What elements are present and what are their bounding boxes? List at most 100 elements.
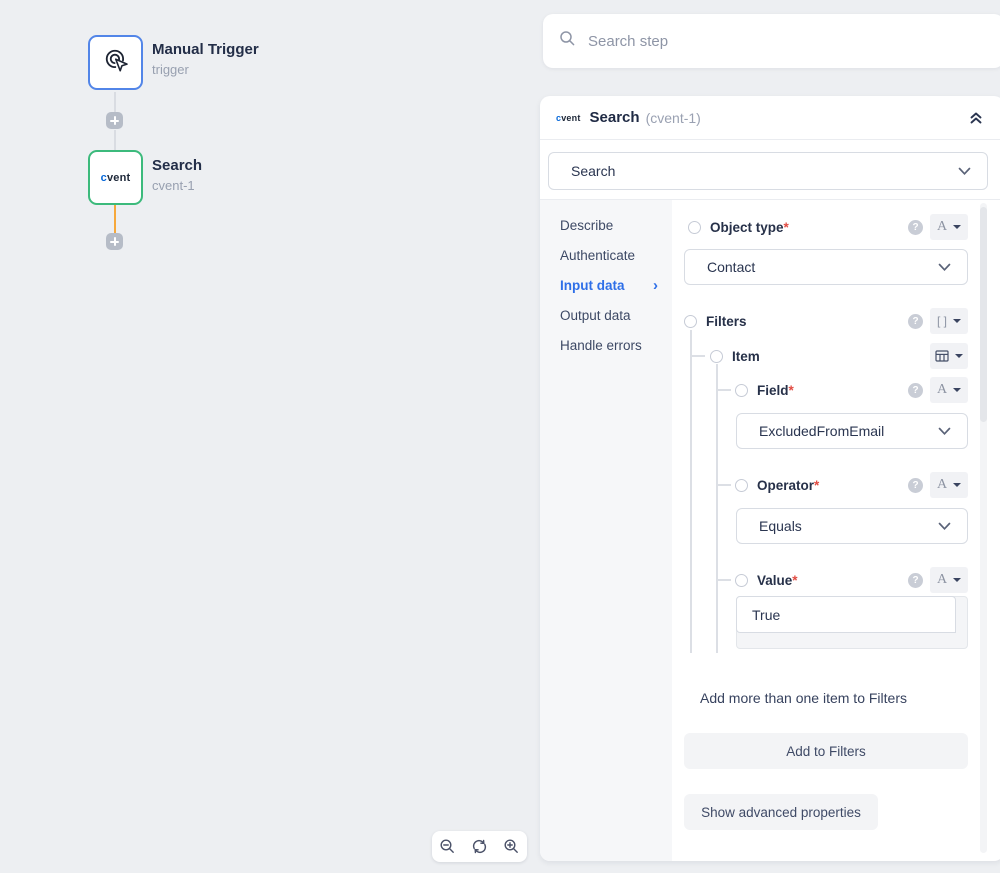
help-icon[interactable]: ?	[908, 314, 923, 329]
collapse-panel-button[interactable]	[968, 110, 984, 131]
filters-type-selector[interactable]: [ ]	[930, 308, 968, 334]
help-icon[interactable]: ?	[908, 573, 923, 588]
search-step-node[interactable]: cvent	[88, 150, 143, 205]
connector-line	[114, 130, 116, 150]
active-nav-arrow-icon: ›	[653, 277, 658, 294]
text-type-icon: A	[937, 219, 947, 235]
table-icon	[935, 350, 949, 362]
value-type-selector[interactable]: A	[930, 567, 968, 593]
operator-select[interactable]: Equals	[736, 508, 968, 544]
item-row: Item	[706, 343, 968, 369]
search-step-label: Search cvent-1	[152, 157, 202, 193]
caret-down-icon	[953, 388, 961, 392]
filters-row: Filters ? [ ]	[680, 308, 968, 334]
caret-down-icon	[953, 483, 961, 487]
nav-item-authenticate[interactable]: Authenticate	[540, 240, 672, 270]
value-radio[interactable]	[735, 574, 748, 587]
nav-item-input-data[interactable]: Input data ›	[540, 270, 672, 300]
nav-item-handle-errors[interactable]: Handle errors	[540, 330, 672, 360]
caret-down-icon	[953, 319, 961, 323]
object-type-value: Contact	[707, 259, 755, 275]
tree-line-dash	[717, 579, 731, 581]
manual-trigger-title: Manual Trigger	[152, 41, 259, 58]
caret-down-icon	[953, 225, 961, 229]
panel-scrollbar[interactable]	[980, 203, 987, 853]
operation-select[interactable]: Search	[548, 152, 988, 190]
value-label: Value*	[757, 573, 798, 588]
add-to-filters-button[interactable]: Add to Filters	[684, 733, 968, 769]
refresh-icon	[471, 838, 488, 855]
reset-zoom-button[interactable]	[464, 831, 494, 862]
panel-title: Search	[590, 109, 640, 126]
manual-trigger-node[interactable]	[88, 35, 143, 90]
panel-header: cvent Search (cvent-1)	[540, 96, 1000, 140]
step-search-bar	[543, 14, 1000, 68]
operator-label: Operator*	[757, 478, 819, 493]
panel-instance: (cvent-1)	[646, 110, 701, 126]
operator-type-selector[interactable]: A	[930, 472, 968, 498]
value-row: Value* ? A	[731, 567, 968, 593]
help-icon[interactable]: ?	[908, 220, 923, 235]
manual-trigger-icon	[102, 46, 130, 79]
zoom-in-button[interactable]	[496, 831, 526, 862]
tree-line-dash	[691, 355, 705, 357]
search-step-subtitle: cvent-1	[152, 178, 202, 193]
cvent-logo: cvent	[101, 172, 131, 184]
nav-item-describe[interactable]: Describe	[540, 210, 672, 240]
help-icon[interactable]: ?	[908, 383, 923, 398]
operator-value: Equals	[759, 518, 802, 534]
array-type-icon: [ ]	[937, 314, 947, 328]
tree-line-dash	[717, 484, 731, 486]
zoom-in-icon	[503, 838, 520, 855]
text-type-icon: A	[937, 382, 947, 398]
add-step-button-1[interactable]	[106, 112, 123, 129]
workflow-canvas: Manual Trigger trigger cvent Search cven…	[0, 0, 540, 873]
text-type-icon: A	[937, 572, 947, 588]
panel-nav: Describe Authenticate Input data › Outpu…	[540, 200, 672, 861]
operator-radio[interactable]	[735, 479, 748, 492]
chevron-down-icon	[938, 259, 951, 275]
search-step-input[interactable]	[588, 33, 948, 50]
show-advanced-properties-button[interactable]: Show advanced properties	[684, 794, 878, 830]
object-type-row: Object type* ? A	[684, 214, 968, 240]
zoom-out-button[interactable]	[433, 831, 463, 862]
item-label: Item	[732, 349, 760, 364]
operation-select-value: Search	[571, 163, 615, 179]
operator-row: Operator* ? A	[731, 472, 968, 498]
value-input[interactable]	[737, 597, 955, 632]
object-type-radio[interactable]	[688, 221, 701, 234]
tree-line-dash	[717, 389, 731, 391]
chevron-down-icon	[938, 423, 951, 439]
field-radio[interactable]	[735, 384, 748, 397]
add-step-button-2[interactable]	[106, 233, 123, 250]
object-type-select[interactable]: Contact	[684, 249, 968, 285]
chevron-down-icon	[938, 518, 951, 534]
field-value: ExcludedFromEmail	[759, 423, 884, 439]
item-radio[interactable]	[710, 350, 723, 363]
filters-radio[interactable]	[684, 315, 697, 328]
canvas-zoom-controls	[432, 831, 527, 862]
filters-label: Filters	[706, 314, 747, 329]
tree-line-vertical	[716, 364, 718, 653]
double-chevron-up-icon	[968, 110, 984, 126]
search-icon	[559, 30, 576, 52]
manual-trigger-subtitle: trigger	[152, 62, 259, 77]
object-type-type-selector[interactable]: A	[930, 214, 968, 240]
field-select[interactable]: ExcludedFromEmail	[736, 413, 968, 449]
object-type-label: Object type*	[710, 220, 789, 235]
cvent-mini-logo: cvent	[556, 113, 581, 123]
field-label: Field*	[757, 383, 794, 398]
manual-trigger-label: Manual Trigger trigger	[152, 41, 259, 77]
field-row: Field* ? A	[731, 377, 968, 403]
step-properties-panel: cvent Search (cvent-1) Search Describe A…	[540, 96, 1000, 861]
filters-hint-text: Add more than one item to Filters	[700, 690, 907, 706]
help-icon[interactable]: ?	[908, 478, 923, 493]
panel-scrollbar-thumb[interactable]	[980, 207, 987, 422]
field-type-selector[interactable]: A	[930, 377, 968, 403]
item-type-selector[interactable]	[930, 343, 968, 369]
nav-item-output-data[interactable]: Output data	[540, 300, 672, 330]
zoom-out-icon	[439, 838, 456, 855]
caret-down-icon	[955, 354, 963, 358]
chevron-down-icon	[958, 163, 971, 179]
active-connector-line	[114, 205, 116, 233]
